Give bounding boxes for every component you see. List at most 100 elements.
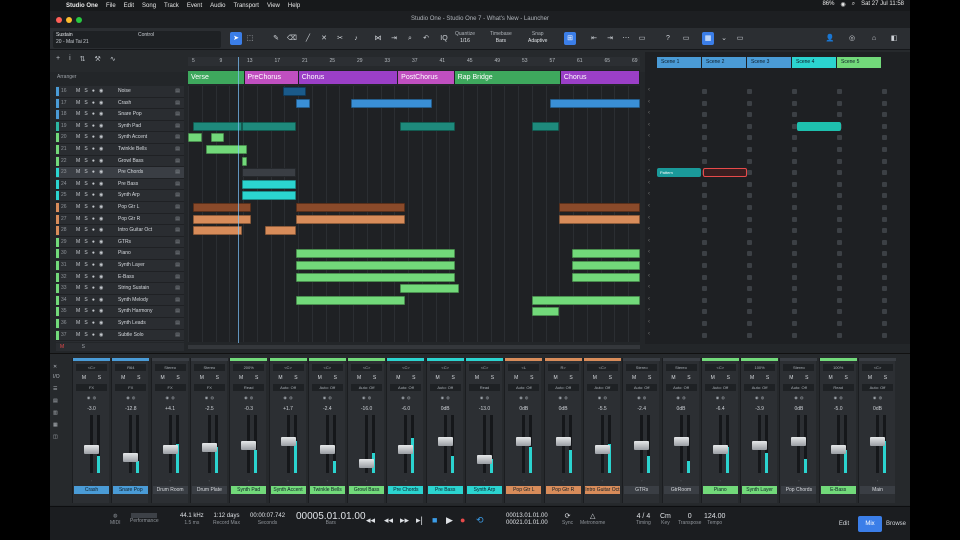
channel-pan[interactable]: 100% bbox=[744, 364, 776, 371]
track-header[interactable]: 33 M S ● ◉ String Sustain ▤ bbox=[56, 283, 184, 295]
channel-pan[interactable]: R> bbox=[547, 364, 579, 371]
volume-fader-knob[interactable] bbox=[791, 437, 807, 446]
launcher-slot[interactable] bbox=[837, 193, 842, 199]
arranger-section[interactable]: PostChorus bbox=[398, 71, 454, 84]
launcher-slot[interactable] bbox=[747, 216, 752, 222]
channel-name[interactable]: GTRs bbox=[624, 486, 660, 494]
track-header[interactable]: 17 M S ● ◉ Crash ▤ bbox=[56, 98, 184, 110]
monitor-icon[interactable]: ◉ ◍ bbox=[312, 394, 343, 401]
mute-solo-buttons[interactable]: MS bbox=[469, 374, 500, 382]
monitor-icon[interactable]: ◉ ◍ bbox=[548, 394, 579, 401]
track-event-clip[interactable] bbox=[572, 272, 640, 282]
track-event-clip[interactable] bbox=[264, 226, 297, 236]
launcher-slot[interactable] bbox=[792, 321, 797, 326]
mute-button[interactable]: M bbox=[475, 374, 479, 382]
scene-launch-button[interactable]: Scene 3 bbox=[747, 57, 791, 68]
channel-name[interactable]: Crash bbox=[74, 486, 109, 494]
solo-button[interactable]: S bbox=[766, 374, 769, 382]
transpose-display[interactable]: 0 Transpose bbox=[678, 513, 701, 527]
help-button[interactable]: ? bbox=[662, 32, 674, 45]
timeline-ruler[interactable]: 5 9 13 17 21 25 29 33 37 41 45 49 53 57 61 65 69 bbox=[188, 57, 640, 66]
track-stop-icon[interactable]: ‹ bbox=[648, 215, 650, 221]
fader-track[interactable] bbox=[836, 415, 840, 473]
arranger-section[interactable]: PreChorus bbox=[244, 71, 298, 84]
menu-transport[interactable]: Transport bbox=[234, 3, 259, 9]
solo-button[interactable]: S bbox=[451, 374, 454, 382]
track-event-clip[interactable] bbox=[192, 214, 252, 224]
channel-pan[interactable]: <C> bbox=[311, 364, 343, 371]
monitor-icon[interactable]: ◉ ◍ bbox=[115, 394, 146, 401]
channel-pan[interactable]: 100% bbox=[822, 364, 854, 371]
channel-name[interactable]: Pop Gtr R bbox=[545, 486, 581, 494]
channel-volume[interactable]: +1.7 bbox=[273, 406, 304, 412]
channel-automation[interactable]: ◦ bbox=[744, 478, 775, 484]
track-event-clip[interactable] bbox=[296, 272, 455, 282]
track-ms-buttons[interactable]: M S ● ◉ bbox=[76, 318, 103, 329]
mute-solo-buttons[interactable]: MS bbox=[587, 374, 618, 382]
launcher-slot[interactable] bbox=[837, 263, 842, 268]
channel-pan[interactable]: <L bbox=[508, 364, 540, 371]
arrange-edit-area[interactable] bbox=[188, 86, 640, 342]
stop-button[interactable]: ■ bbox=[432, 515, 437, 525]
launcher-slot[interactable] bbox=[792, 170, 797, 176]
launcher-slot[interactable] bbox=[882, 321, 887, 326]
track-event-clip[interactable] bbox=[400, 284, 460, 294]
volume-fader-knob[interactable] bbox=[712, 445, 728, 454]
channel-automation[interactable]: ◦ bbox=[430, 478, 461, 484]
track-event-clip[interactable] bbox=[531, 295, 640, 305]
mute-solo-buttons[interactable]: MS bbox=[233, 374, 264, 382]
track-header[interactable]: 21 M S ● ◉ Twinkle Bells ▤ bbox=[56, 144, 184, 156]
channel-automation[interactable]: ◦ bbox=[115, 478, 146, 484]
io-toggle[interactable]: I/O bbox=[53, 374, 69, 380]
mute-solo-buttons[interactable]: MS bbox=[390, 374, 421, 382]
track-header[interactable]: 34 M S ● ◉ Synth Melody ▤ bbox=[56, 295, 184, 307]
launcher-slot[interactable] bbox=[882, 228, 887, 234]
channel-pan[interactable]: <C> bbox=[351, 364, 383, 371]
channel-name[interactable]: Drum Room bbox=[152, 486, 188, 494]
zoom-window-button[interactable] bbox=[76, 17, 82, 23]
launcher-slot[interactable] bbox=[747, 147, 752, 152]
fast-forward-button[interactable]: ▸▸ bbox=[400, 515, 409, 526]
launcher-view-button[interactable]: ▦ bbox=[702, 32, 714, 45]
search-icon[interactable]: ⌕ bbox=[852, 1, 855, 8]
inspector-toggle-icon[interactable]: i bbox=[69, 55, 71, 63]
launcher-slot[interactable] bbox=[837, 216, 842, 222]
launcher-slot[interactable] bbox=[702, 100, 707, 106]
launcher-slot[interactable] bbox=[702, 205, 707, 210]
channel-automation[interactable]: ◦ bbox=[587, 478, 618, 484]
launcher-slot[interactable] bbox=[882, 170, 887, 176]
mute-button[interactable]: M bbox=[160, 374, 164, 382]
solo-label[interactable]: S bbox=[82, 344, 85, 350]
launcher-slot[interactable] bbox=[882, 123, 887, 129]
sends-icon[interactable]: ▥ bbox=[53, 410, 69, 416]
volume-fader-knob[interactable] bbox=[437, 437, 453, 446]
channel-pan[interactable]: <C> bbox=[272, 364, 304, 371]
volume-fader-knob[interactable] bbox=[162, 445, 178, 454]
solo-button[interactable]: S bbox=[727, 374, 730, 382]
track-header[interactable]: 24 M S ● ◉ Pre Bass ▤ bbox=[56, 179, 184, 191]
launcher-slot[interactable] bbox=[882, 274, 887, 280]
channel-volume[interactable]: -6.4 bbox=[705, 406, 736, 412]
track-stop-icon[interactable]: ‹ bbox=[648, 226, 650, 232]
paint-tool-button[interactable]: ✎ bbox=[270, 32, 282, 45]
launcher-slot[interactable] bbox=[882, 251, 887, 257]
volume-fader-knob[interactable] bbox=[241, 441, 257, 450]
volume-fader-knob[interactable] bbox=[673, 437, 689, 446]
track-event-clip[interactable] bbox=[296, 295, 405, 305]
channel-name[interactable]: Synth Pad bbox=[231, 486, 267, 494]
channel-volume[interactable]: 0dB bbox=[430, 406, 461, 412]
launcher-slot[interactable] bbox=[882, 239, 887, 245]
track-header[interactable]: 25 M S ● ◉ Synth Arp ▤ bbox=[56, 190, 184, 202]
mute-button[interactable]: M bbox=[671, 374, 675, 382]
monitor-icon[interactable]: ◉ ◍ bbox=[430, 394, 461, 401]
track-ms-buttons[interactable]: M S ● ◉ bbox=[76, 86, 103, 97]
sync-button[interactable]: ⟳ Sync bbox=[562, 513, 573, 527]
track-stop-icon[interactable]: ‹ bbox=[648, 122, 650, 128]
track-stop-icon[interactable]: ‹ bbox=[648, 110, 650, 116]
listen-tool-button[interactable]: ♪ bbox=[350, 32, 362, 45]
mute-solo-buttons[interactable]: MS bbox=[430, 374, 461, 382]
solo-button[interactable]: S bbox=[609, 374, 612, 382]
track-stop-icon[interactable]: ‹ bbox=[648, 133, 650, 139]
channel-automation[interactable]: ◦ bbox=[469, 478, 500, 484]
launcher-slot[interactable] bbox=[747, 112, 752, 118]
